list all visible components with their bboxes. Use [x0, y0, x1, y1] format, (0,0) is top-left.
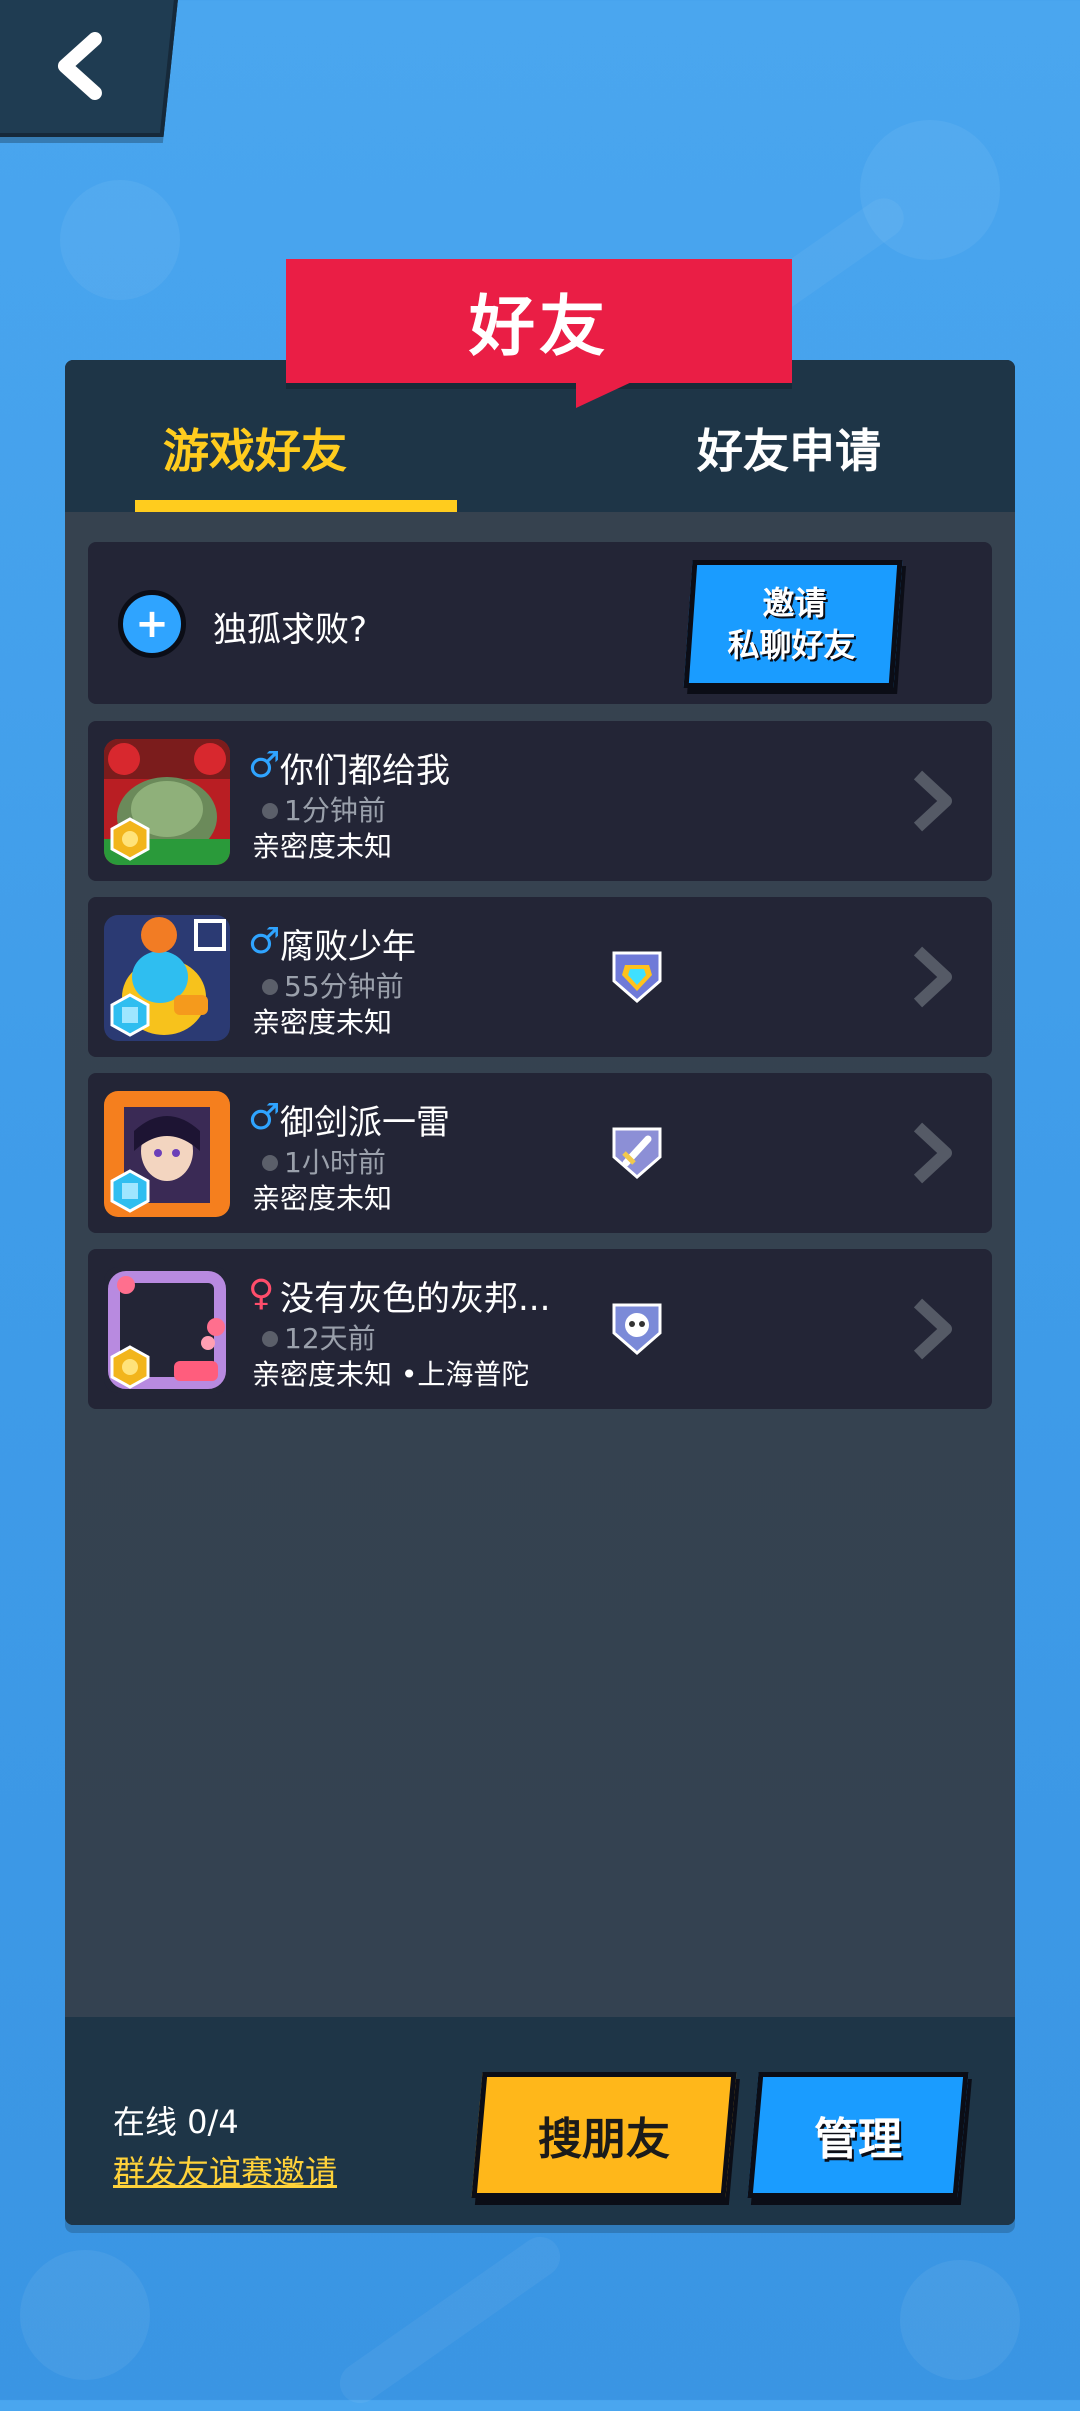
last-online: 1分钟前	[284, 794, 386, 827]
gem-shield-icon	[612, 951, 662, 1003]
intimacy-level: 亲密度未知	[252, 1006, 393, 1039]
intimacy-level: 亲密度未知 •上海普陀	[252, 1358, 530, 1391]
chevron-left-icon	[57, 31, 102, 100]
background-decoration	[60, 180, 180, 300]
active-tab-indicator	[135, 500, 457, 512]
last-online: 12天前	[284, 1322, 376, 1355]
list-item[interactable]: ♂ 御剑派一雷 1小时前 亲密度未知	[88, 1073, 992, 1233]
friend-name: 没有灰色的灰邦...	[280, 1279, 551, 1319]
list-item[interactable]: ♀ 没有灰色的灰邦... 12天前 亲密度未知 •上海普陀	[88, 1249, 992, 1409]
bottom-bar: 在线 0/4 群发友谊赛邀请 搜朋友 管理	[65, 2017, 1015, 2225]
male-icon: ♂	[248, 921, 281, 962]
male-icon: ♂	[248, 745, 281, 786]
list-item[interactable]: ♂ 你们都给我 1分钟前 亲密度未知	[88, 721, 992, 881]
invite-button-line2: 私聊好友	[727, 626, 856, 664]
female-icon: ♀	[248, 1273, 275, 1314]
background-decoration	[20, 2250, 150, 2380]
friends-panel: 游戏好友 好友申请 + 独孤求败? 邀请 私聊好友 ♂ 你们都给我 1分钟前 亲…	[65, 360, 1015, 2225]
chevron-right-icon	[913, 1122, 952, 1184]
friend-name: 御剑派一雷	[280, 1103, 450, 1143]
last-online: 1小时前	[284, 1146, 386, 1179]
level-badge-icon	[110, 817, 150, 861]
background-decoration	[900, 2260, 1020, 2380]
friend-name: 腐败少年	[280, 927, 416, 967]
online-count: 在线 0/4	[113, 2103, 239, 2141]
sword-shield-icon	[612, 1127, 662, 1179]
manage-button[interactable]: 管理	[747, 2072, 969, 2198]
level-badge-icon	[110, 1345, 150, 1389]
banner-notch	[576, 380, 636, 408]
offline-status-icon	[262, 979, 278, 995]
search-friends-button[interactable]: 搜朋友	[471, 2072, 737, 2198]
chevron-right-icon	[913, 770, 952, 832]
page-title: 好友	[469, 288, 609, 365]
friend-list[interactable]: + 独孤求败? 邀请 私聊好友 ♂ 你们都给我 1分钟前 亲密度未知 ♂ 腐败少…	[65, 512, 1015, 2017]
page-title-banner: 好友	[286, 259, 792, 383]
male-icon: ♂	[248, 1097, 281, 1138]
background-decoration	[332, 2229, 568, 2411]
chevron-right-icon	[913, 946, 952, 1008]
skull-shield-icon	[612, 1303, 662, 1355]
back-button[interactable]	[0, 0, 179, 137]
last-online: 55分钟前	[284, 970, 404, 1003]
tab-friend-requests[interactable]: 好友申请	[697, 415, 881, 481]
offline-status-icon	[262, 1155, 278, 1171]
invite-prompt: 独孤求败?	[213, 610, 368, 650]
offline-status-icon	[262, 1331, 278, 1347]
friend-name: 你们都给我	[280, 751, 450, 791]
intimacy-level: 亲密度未知	[252, 830, 393, 863]
level-badge-icon	[110, 1169, 150, 1213]
invite-button-line1: 邀请	[762, 584, 827, 622]
batch-friendly-match-invite-link[interactable]: 群发友谊赛邀请	[113, 2147, 337, 2193]
list-item[interactable]: ♂ 腐败少年 55分钟前 亲密度未知	[88, 897, 992, 1057]
search-friends-label: 搜朋友	[538, 2114, 670, 2165]
intimacy-level: 亲密度未知	[252, 1182, 393, 1215]
invite-card: + 独孤求败? 邀请 私聊好友	[88, 542, 992, 704]
manage-label: 管理	[814, 2114, 902, 2165]
chevron-right-icon	[913, 1298, 952, 1360]
tab-game-friends[interactable]: 游戏好友	[163, 415, 347, 481]
offline-status-icon	[262, 803, 278, 819]
level-badge-icon	[110, 993, 150, 1037]
invite-private-chat-button[interactable]: 邀请 私聊好友	[683, 560, 903, 688]
plus-icon[interactable]: +	[118, 590, 186, 658]
